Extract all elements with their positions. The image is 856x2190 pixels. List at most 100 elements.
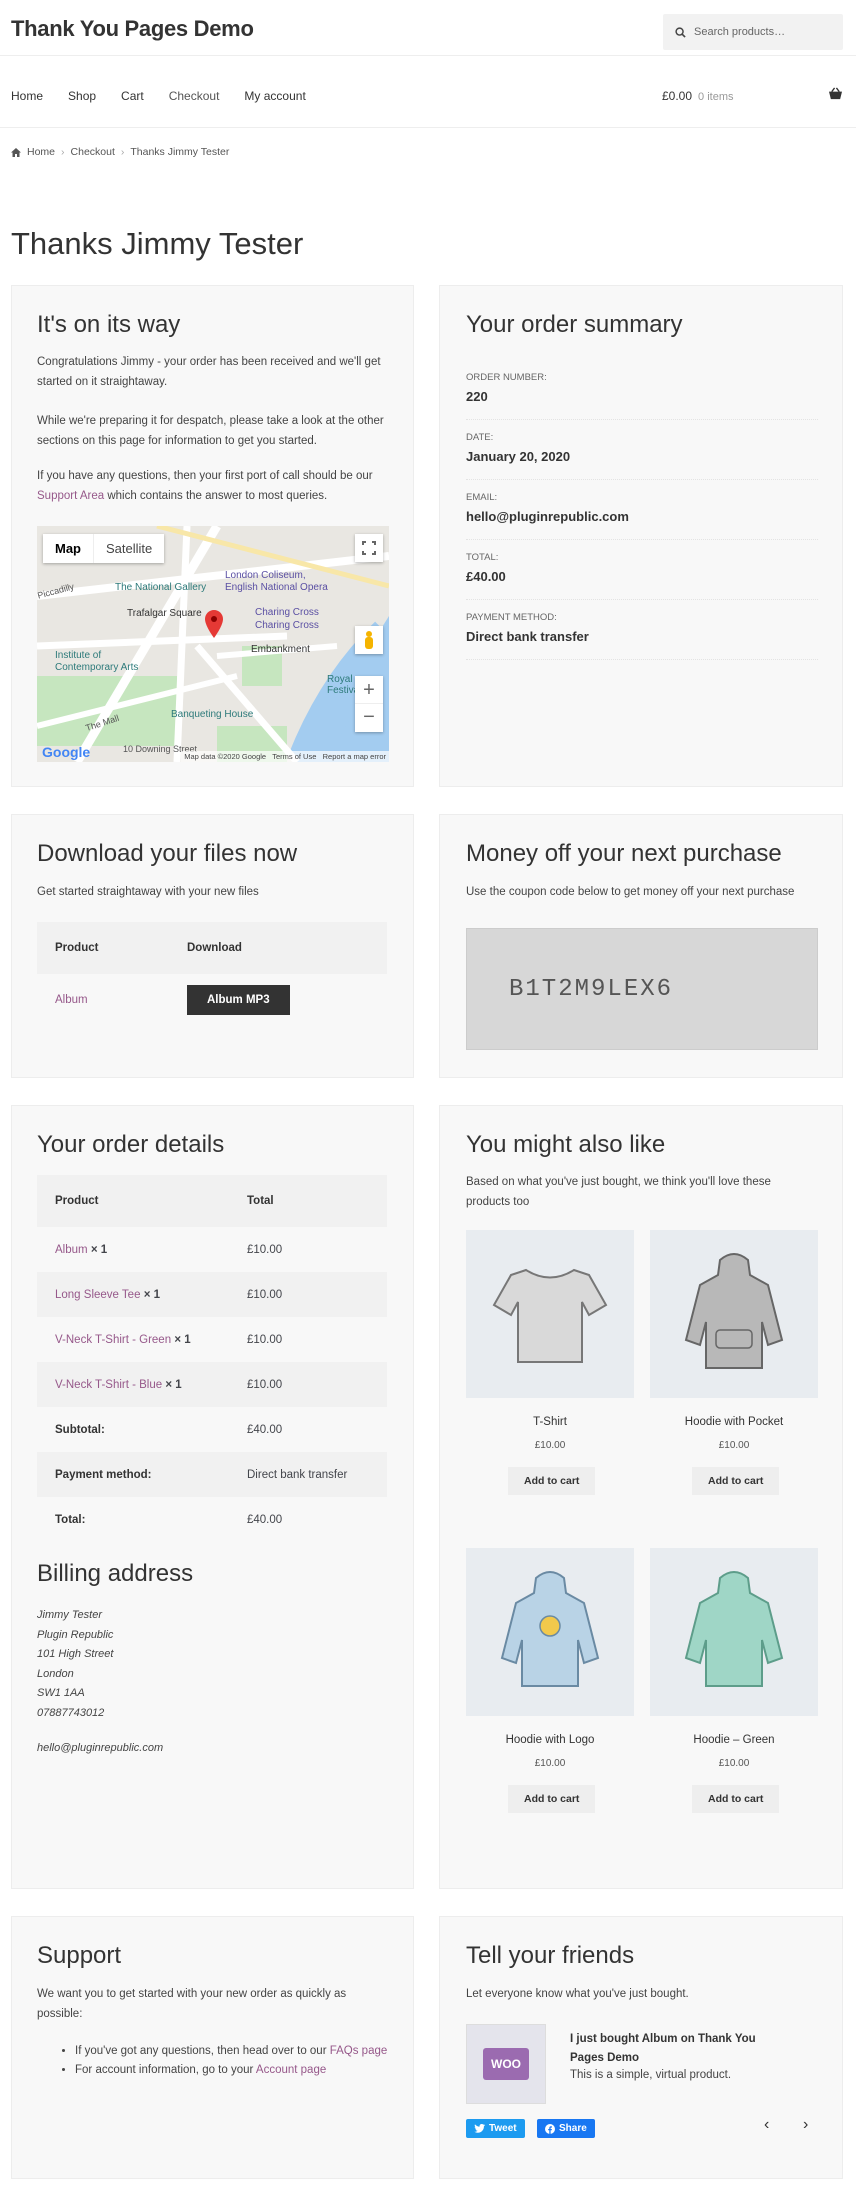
nav-my-account[interactable]: My account	[244, 89, 305, 103]
support-intro: We want you to get started with your new…	[37, 1988, 347, 2020]
summary-label: DATE:	[466, 432, 494, 443]
downloads-table: Product Download Album Album MP3	[37, 922, 387, 1026]
map-label: Charing Cross	[255, 620, 319, 631]
map-label: Banqueting House	[171, 709, 254, 720]
site-title[interactable]: Thank You Pages Demo	[11, 16, 254, 42]
summary-value: hello@pluginrepublic.com	[466, 509, 629, 524]
faqs-page-link[interactable]: FAQs page	[330, 2045, 388, 2057]
account-page-link[interactable]: Account page	[256, 2064, 326, 2076]
product-image[interactable]	[650, 1230, 818, 1398]
summary-row: PAYMENT METHOD: Direct bank transfer	[466, 600, 818, 660]
support-list: If you've got any questions, then head o…	[75, 2042, 395, 2080]
fullscreen-button[interactable]	[355, 534, 383, 562]
support-area-link[interactable]: Support Area	[37, 490, 104, 502]
product-cell: Long Sleeve Tee × 1	[37, 1272, 229, 1317]
nav-cart[interactable]: Cart	[121, 89, 144, 103]
woo-logo: WOO	[483, 2048, 529, 2080]
add-to-cart-button[interactable]: Add to cart	[508, 1785, 596, 1813]
product-link[interactable]: Album	[55, 994, 88, 1006]
support-text: which contains the answer to most querie…	[104, 490, 328, 502]
satellite-tab[interactable]: Satellite	[93, 534, 164, 563]
summary-row: DATE: January 20, 2020	[466, 420, 818, 480]
coupon-code[interactable]: B1T2M9LEX6	[466, 928, 818, 1050]
breadcrumb-checkout[interactable]: Checkout	[71, 146, 115, 158]
subtotal-value: £40.00	[247, 1423, 283, 1436]
product-cell: Album × 1	[37, 1227, 229, 1272]
nav-home[interactable]: Home	[11, 89, 43, 103]
home-icon	[11, 147, 21, 157]
product-name[interactable]: Hoodie – Green	[650, 1734, 818, 1746]
total-label: Total:	[55, 1513, 86, 1526]
support-text: If you have any questions, then your fir…	[37, 470, 373, 482]
summary-value: January 20, 2020	[466, 449, 571, 464]
shared-product-thumbnail: WOO	[466, 2024, 546, 2104]
share-button[interactable]: Share	[537, 2119, 595, 2138]
pegman-button[interactable]	[355, 626, 383, 654]
carousel-next-button[interactable]: ›	[803, 2116, 808, 2134]
downloads-subtitle: Get started straightaway with your new f…	[37, 886, 259, 898]
map-label: Trafalgar Square	[127, 608, 202, 619]
billing-email: hello@pluginrepublic.com	[37, 1742, 164, 1754]
order-summary-title: Your order summary	[466, 311, 683, 338]
basket-icon[interactable]	[828, 87, 843, 100]
add-to-cart-button[interactable]: Add to cart	[508, 1467, 596, 1495]
product-link[interactable]: Long Sleeve Tee	[55, 1289, 140, 1301]
download-product-link[interactable]: Album	[37, 974, 169, 1026]
product-link[interactable]: V-Neck T-Shirt - Green	[55, 1334, 171, 1346]
product-image[interactable]	[650, 1548, 818, 1716]
billing-title: Billing address	[37, 1560, 194, 1587]
product-name[interactable]: Hoodie with Logo	[466, 1734, 634, 1746]
summary-value: Direct bank transfer	[466, 629, 589, 644]
tell-friends-subtitle: Let everyone know what you've just bough…	[466, 1988, 689, 2000]
carousel-prev-button[interactable]: ‹	[764, 2116, 769, 2134]
billing-line: Plugin Republic	[37, 1628, 114, 1641]
support-text: For account information, go to your	[75, 2064, 256, 2076]
product-image[interactable]	[466, 1548, 634, 1716]
column-header-product: Product	[55, 1195, 99, 1207]
on-its-way-paragraph: While we're preparing it for despatch, p…	[37, 415, 384, 447]
hoodie-icon	[684, 1253, 784, 1369]
summary-label: ORDER NUMBER:	[466, 372, 547, 383]
map-label: Institute of Contemporary Arts	[55, 650, 139, 673]
twitter-icon	[474, 2124, 485, 2133]
downloads-title: Download your files now	[37, 840, 298, 867]
product-qty: × 1	[165, 1378, 182, 1391]
zoom-out-button[interactable]: −	[355, 704, 383, 732]
zoom-in-button[interactable]: +	[355, 676, 383, 704]
billing-address: Jimmy Tester Plugin Republic 101 High St…	[37, 1606, 163, 1759]
product-shape	[684, 1253, 784, 1369]
cart-amount: £0.00	[662, 89, 693, 103]
search-input[interactable]: Search products…	[663, 14, 843, 50]
product-name[interactable]: Hoodie with Pocket	[650, 1416, 818, 1428]
add-to-cart-button[interactable]: Add to cart	[692, 1467, 780, 1495]
product-price: £10.00	[718, 1440, 750, 1451]
order-details-table: Product Total Album × 1 £10.00 Long Slee…	[37, 1175, 387, 1542]
breadcrumb-current: Thanks Jimmy Tester	[130, 146, 230, 158]
on-its-way-title: It's on its way	[37, 311, 181, 338]
location-map[interactable]: Map Satellite London Coliseum, English N…	[37, 526, 389, 762]
map-pin-icon[interactable]	[205, 610, 223, 638]
nav-shop[interactable]: Shop	[68, 89, 96, 103]
download-album-mp3-button[interactable]: Album MP3	[187, 985, 290, 1015]
map-label: Embankment	[251, 644, 310, 655]
product-link[interactable]: Album	[55, 1244, 88, 1256]
map-tab[interactable]: Map	[43, 534, 93, 563]
tweet-button[interactable]: Tweet	[466, 2119, 525, 2138]
payment-method-value: Direct bank transfer	[247, 1468, 348, 1481]
cart-total[interactable]: £0.00 0 items	[662, 89, 734, 103]
nav-checkout[interactable]: Checkout	[169, 89, 220, 103]
product-name[interactable]: T-Shirt	[466, 1416, 634, 1428]
add-to-cart-button[interactable]: Add to cart	[692, 1785, 780, 1813]
table-header-row: Product Download	[37, 922, 387, 974]
breadcrumb-home[interactable]: Home	[27, 146, 55, 158]
map-attribution[interactable]: Map data ©2020 Google Terms of Use Repor…	[181, 751, 389, 762]
product-image[interactable]	[466, 1230, 634, 1398]
support-text: If you've got any questions, then head o…	[75, 2045, 330, 2057]
breadcrumb-separator: ›	[120, 146, 125, 158]
product-price: £10.00	[718, 1758, 750, 1769]
hoodie-icon	[500, 1571, 600, 1687]
share-card-title: I just bought Album on Thank You Pages D…	[570, 2033, 756, 2064]
product-link[interactable]: V-Neck T-Shirt - Blue	[55, 1379, 162, 1391]
table-row: Total: £40.00	[37, 1497, 387, 1542]
hoodie-icon	[684, 1571, 784, 1687]
